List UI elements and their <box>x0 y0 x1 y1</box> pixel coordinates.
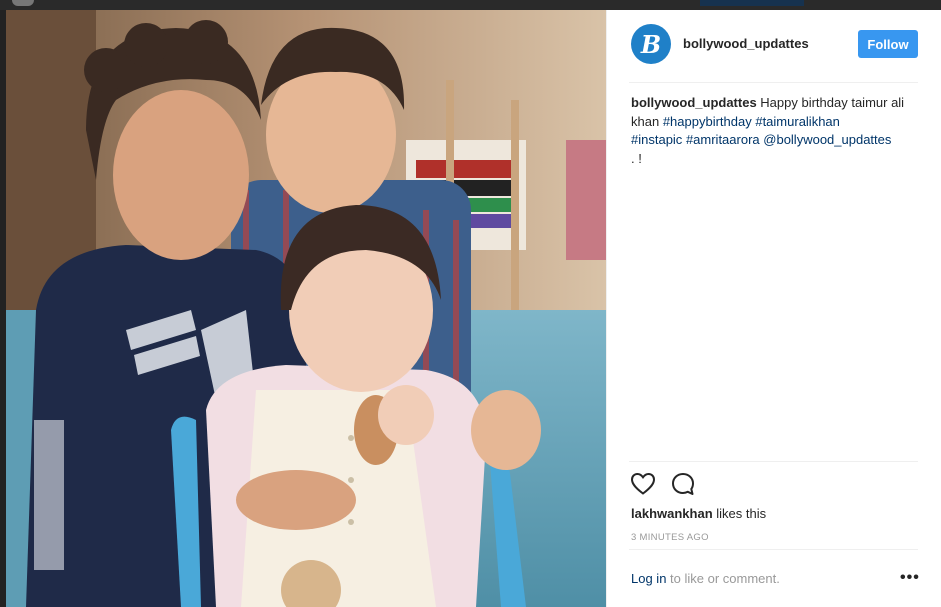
follow-button[interactable]: Follow <box>858 30 918 58</box>
caption-divider <box>629 461 918 462</box>
caption-username-link[interactable]: bollywood_updattes <box>631 95 757 110</box>
post-side-panel: B bollywood_updattes Follow bollywood_up… <box>606 10 941 607</box>
heart-outline-icon[interactable] <box>629 470 657 498</box>
avatar[interactable]: B <box>631 24 671 64</box>
caption-trailing-text: . ! <box>631 150 642 166</box>
login-link[interactable]: Log in <box>631 571 666 586</box>
hashtag-link[interactable]: #amritaarora <box>686 132 760 147</box>
hashtag-link[interactable]: #instapic <box>631 132 682 147</box>
more-options-icon[interactable]: ••• <box>900 569 920 587</box>
login-prompt-text: to like or comment. <box>666 571 780 586</box>
login-prompt: Log in to like or comment. <box>631 571 780 586</box>
comment-bubble-icon[interactable] <box>669 470 697 498</box>
post-timestamp[interactable]: 3 MINUTES AGO <box>631 532 709 543</box>
likes-line: lakhwankhan likes this <box>631 506 766 521</box>
post-photo-illustration <box>6 10 606 607</box>
header-username-link[interactable]: bollywood_updattes <box>683 36 809 51</box>
post-header: B bollywood_updattes Follow <box>607 10 941 82</box>
hashtag-link[interactable]: #taimuralikhan <box>755 114 840 129</box>
window-top-pill <box>12 0 34 6</box>
likes-suffix: likes this <box>712 506 767 521</box>
hashtag-link[interactable]: #happybirthday <box>663 114 752 129</box>
post-photo[interactable] <box>6 10 606 607</box>
window-top-bar <box>700 0 804 6</box>
post-caption: bollywood_updattes Happy birthday taimur… <box>631 94 921 168</box>
footer-divider <box>629 549 918 550</box>
mention-link[interactable]: @bollywood_updattes <box>763 132 891 147</box>
window-top-strip <box>0 0 941 10</box>
header-divider <box>629 82 918 83</box>
liker-username-link[interactable]: lakhwankhan <box>631 506 713 521</box>
